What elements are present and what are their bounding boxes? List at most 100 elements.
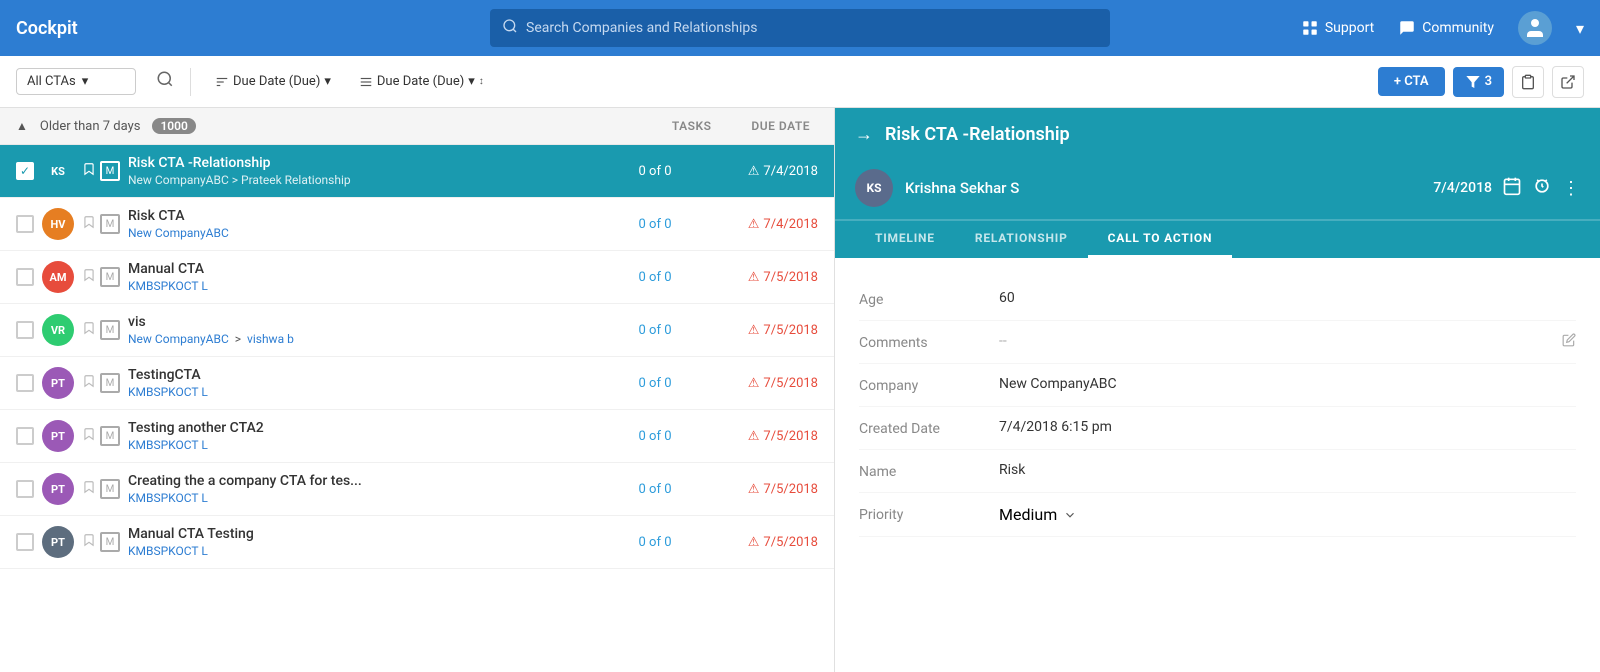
top-navigation: Cockpit Support Community ▾ (0, 0, 1600, 56)
detail-header: → Risk CTA -Relationship (835, 108, 1600, 161)
cta-list-row[interactable]: PT M Manual CTA Testing KMBSPKOCT L 0 of… (0, 516, 834, 569)
cta-list-row[interactable]: PT M TestingCTA KMBSPKOCT L 0 of 0 ⚠ 7/5… (0, 357, 834, 410)
filter-button[interactable]: 3 (1453, 67, 1504, 97)
detail-field-value: -- (999, 333, 1542, 349)
tasks-value: 0 of 0 (610, 164, 700, 179)
row-checkbox[interactable] (16, 533, 34, 551)
bookmark-icon[interactable] (82, 162, 96, 180)
priority-value: Medium (999, 505, 1057, 524)
detail-field-label: Name (859, 462, 979, 480)
tab-timeline[interactable]: TIMELINE (855, 221, 955, 258)
support-link[interactable]: Support (1301, 19, 1374, 37)
cta-info: Risk CTA -Relationship New CompanyABC > … (128, 155, 602, 187)
cta-info: vis New CompanyABC > vishwa b (128, 314, 602, 346)
all-ctas-dropdown[interactable]: All CTAs ▾ (16, 68, 136, 95)
detail-person-name: Krishna Sekhar S (905, 179, 1019, 197)
tasks-value: 0 of 0 (610, 323, 700, 338)
bookmark-icon[interactable] (82, 427, 96, 445)
m-icon-box[interactable]: M (100, 161, 120, 181)
group-collapse-arrow[interactable]: ▲ (16, 119, 28, 133)
m-icon-box[interactable]: M (100, 267, 120, 287)
sort-by-duedate-btn2[interactable]: Due Date (Due) ▾ ↕ (351, 69, 492, 94)
tasks-value: 0 of 0 (610, 482, 700, 497)
row-avatar: AM (42, 261, 74, 293)
tab-call-to-action[interactable]: CALL TO ACTION (1088, 221, 1233, 258)
dropdown-chevron-icon: ▾ (82, 74, 89, 89)
row-checkbox[interactable] (16, 427, 34, 445)
cta-list-row[interactable]: VR M vis New CompanyABC > vishwa b 0 of … (0, 304, 834, 357)
detail-tabs: TIMELINERELATIONSHIPCALL TO ACTION (835, 221, 1600, 258)
cta-info: Creating the a company CTA for tes... KM… (128, 473, 602, 505)
row-checkbox[interactable] (16, 374, 34, 392)
group-header: ▲ Older than 7 days 1000 Tasks Due Date (0, 108, 834, 145)
clipboard-icon-btn[interactable] (1512, 66, 1544, 98)
bookmark-icon[interactable] (82, 480, 96, 498)
tasks-value: 0 of 0 (610, 270, 700, 285)
row-avatar: KS (42, 155, 74, 187)
cta-info: Testing another CTA2 KMBSPKOCT L (128, 420, 602, 452)
cta-list-row[interactable]: PT M Creating the a company CTA for tes.… (0, 463, 834, 516)
detail-field-row: Comments -- (859, 321, 1576, 364)
bookmark-icon[interactable] (82, 374, 96, 392)
row-avatar: HV (42, 208, 74, 240)
m-icon-box[interactable]: M (100, 320, 120, 340)
duedate-value: ⚠ 7/5/2018 (708, 429, 818, 444)
edit-icon[interactable] (1562, 333, 1576, 351)
toolbar-search-icon[interactable] (156, 70, 174, 93)
detail-avatar: KS (855, 169, 893, 207)
priority-dropdown[interactable]: Medium (999, 505, 1077, 524)
toolbar: All CTAs ▾ Due Date (Due) ▾ Due Date (Du… (0, 56, 1600, 108)
user-avatar[interactable] (1518, 11, 1552, 45)
detail-field-label: Company (859, 376, 979, 394)
warning-icon: ⚠ (748, 323, 760, 338)
duedate-value: ⚠ 7/5/2018 (708, 535, 818, 550)
cta-list-row[interactable]: HV M Risk CTA New CompanyABC 0 of 0 ⚠ 7/… (0, 198, 834, 251)
detail-subheader: KS Krishna Sekhar S 7/4/2018 ⋮ (835, 161, 1600, 221)
cta-list-row[interactable]: PT M Testing another CTA2 KMBSPKOCT L 0 … (0, 410, 834, 463)
alarm-icon[interactable] (1532, 176, 1552, 201)
bookmark-icon[interactable] (82, 268, 96, 286)
row-checkbox[interactable] (16, 162, 34, 180)
sort2-chevron-icon: ▾ (468, 74, 475, 89)
row-avatar: VR (42, 314, 74, 346)
bookmark-icon[interactable] (82, 215, 96, 233)
detail-panel: → Risk CTA -Relationship KS Krishna Sekh… (835, 108, 1600, 672)
search-input[interactable] (526, 20, 1098, 36)
m-icon-box[interactable]: M (100, 373, 120, 393)
sort1-chevron-icon: ▾ (324, 74, 331, 89)
row-avatar: PT (42, 473, 74, 505)
detail-content: Age 60 Comments -- Company New CompanyAB… (835, 258, 1600, 672)
duedate-col-header: Due Date (751, 119, 810, 133)
warning-icon: ⚠ (748, 164, 760, 179)
row-action-icons: M (82, 320, 120, 340)
detail-field-label: Age (859, 290, 979, 308)
bookmark-icon[interactable] (82, 533, 96, 551)
more-options-icon[interactable]: ⋮ (1562, 178, 1580, 199)
m-icon-box[interactable]: M (100, 479, 120, 499)
detail-back-arrow[interactable]: → (855, 124, 873, 145)
sort-by-duedate-btn1[interactable]: Due Date (Due) ▾ (207, 69, 339, 94)
m-icon-box[interactable]: M (100, 532, 120, 552)
calendar-icon[interactable] (1502, 176, 1522, 201)
row-checkbox[interactable] (16, 321, 34, 339)
m-icon-box[interactable]: M (100, 214, 120, 234)
export-icon-btn[interactable] (1552, 66, 1584, 98)
m-icon-box[interactable]: M (100, 426, 120, 446)
avatar-dropdown-icon[interactable]: ▾ (1576, 19, 1584, 38)
search-icon (502, 18, 518, 38)
row-checkbox[interactable] (16, 480, 34, 498)
row-action-icons: M (82, 161, 120, 181)
row-checkbox[interactable] (16, 268, 34, 286)
duedate-value: ⚠ 7/5/2018 (708, 482, 818, 497)
community-link[interactable]: Community (1398, 19, 1494, 37)
detail-field-value: 60 (999, 290, 1576, 306)
add-cta-button[interactable]: + CTA (1378, 67, 1445, 96)
tab-relationship[interactable]: RELATIONSHIP (955, 221, 1088, 258)
row-checkbox[interactable] (16, 215, 34, 233)
cta-list-row[interactable]: AM M Manual CTA KMBSPKOCT L 0 of 0 ⚠ 7/5… (0, 251, 834, 304)
detail-date-area: 7/4/2018 ⋮ (1433, 176, 1580, 201)
bookmark-icon[interactable] (82, 321, 96, 339)
warning-icon: ⚠ (748, 482, 760, 497)
app-logo[interactable]: Cockpit (16, 18, 96, 39)
cta-list-row[interactable]: KS M Risk CTA -Relationship New CompanyA… (0, 145, 834, 198)
